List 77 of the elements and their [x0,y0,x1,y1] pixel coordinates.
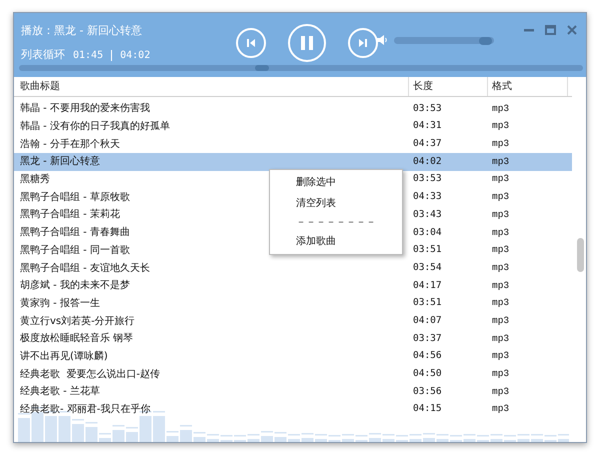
song-title: 极度放松睡眠轻音乐 钢琴 [20,332,134,346]
song-length: 03:51 [412,296,443,310]
song-length: 03:53 [412,102,443,116]
now-playing-text: 播放：黑龙 - 新回心转意 [21,23,142,39]
previous-button[interactable] [236,28,266,58]
skip-forward-icon [357,37,369,49]
menu-item[interactable]: 清空列表 [270,193,402,214]
menu-item[interactable]: 删除选中 [270,172,402,193]
song-length: 03:56 [412,384,443,399]
skip-back-icon [245,37,257,49]
song-format: mp3 [491,332,510,346]
scrollbar-thumb[interactable] [577,238,584,272]
song-format: mp3 [491,402,510,416]
song-length: 03:53 [412,172,443,186]
song-format: mp3 [491,190,510,204]
song-title: 经典老歌 爱要怎么说出口-赵传 [20,368,160,382]
song-title: 黑糖秀 [20,172,50,188]
song-length: 04:15 [412,402,443,416]
song-format: mp3 [491,137,510,152]
song-length: 04:17 [412,278,443,293]
song-length: 04:56 [412,349,443,364]
song-format: mp3 [491,154,510,169]
song-title: 黄立行vs刘若英-分开旅行 [20,314,135,329]
elapsed-time: 01:45 [73,48,104,63]
column-header[interactable]: 格式 [492,79,512,94]
song-title: 浩翰 - 分手在那个秋天 [20,138,120,152]
song-format: mp3 [491,296,510,310]
next-button[interactable] [348,28,378,58]
song-title: 黑鸭子合唱组 - 青春舞曲 [20,226,130,240]
column-header[interactable]: 长度 [413,79,433,94]
song-format: mp3 [491,367,510,382]
total-time: 04:02 [120,48,150,63]
song-format: mp3 [491,243,510,258]
song-title: 黑龙 - 新回心转意 [20,154,100,170]
menu-separator: －－－－－－－－ [295,216,377,230]
close-icon[interactable] [567,25,577,35]
song-title: 经典老歌- 邓丽君-我只在乎你 [20,402,150,418]
song-title: 黄家驹 - 报答一生 [20,296,100,311]
song-format: mp3 [491,278,510,293]
song-length: 03:04 [412,226,443,240]
song-format: mp3 [491,349,510,364]
song-format: mp3 [491,119,510,134]
song-format: mp3 [491,384,510,399]
song-format: mp3 [491,314,510,328]
song-format: mp3 [491,102,510,116]
song-length: 04:02 [412,154,443,169]
maximize-icon[interactable] [545,25,556,35]
progress-track[interactable] [19,65,583,71]
song-title: 黑鸭子合唱组 - 友谊地久天长 [20,262,150,276]
song-title: 黑鸭子合唱组 - 茉莉花 [20,208,120,222]
song-length: 04:07 [412,314,443,328]
song-format: mp3 [491,172,510,186]
pause-icon [300,35,314,51]
song-title: 胡彦斌 - 我的未来不是梦 [20,278,130,294]
song-title: 韩晶 - 没有你的日子我真的好孤单 [20,120,170,134]
selected-song-row[interactable]: 黑龙 - 新回心转意 04:02 mp3 [14,153,572,171]
song-title: 经典老歌 - 兰花草 [20,384,100,400]
song-length: 04:33 [412,190,443,204]
menu-item[interactable]: 添加歌曲 [270,231,402,252]
song-format: mp3 [491,226,510,240]
song-length: 03:43 [412,208,443,222]
song-title: 韩晶 - 不要用我的爱来伤害我 [20,102,150,116]
song-title: 讲不出再见(谭咏麟) [20,350,108,364]
song-length: 04:50 [412,367,443,382]
song-title: 黑鸭子合唱组 - 同一首歌 [20,244,130,258]
song-length: 04:31 [412,119,443,134]
pause-button[interactable] [288,24,326,62]
volume-slider[interactable] [394,37,494,44]
column-header[interactable]: 歌曲标题 [20,79,60,94]
song-length: 03:54 [412,260,443,275]
song-length: 04:37 [412,137,443,152]
song-title: 黑鸭子合唱组 - 草原牧歌 [20,190,130,205]
song-format: mp3 [491,260,510,275]
song-format: mp3 [491,208,510,222]
song-length: 03:37 [412,332,443,346]
volume-icon[interactable] [376,34,388,46]
song-length: 03:51 [412,243,443,258]
